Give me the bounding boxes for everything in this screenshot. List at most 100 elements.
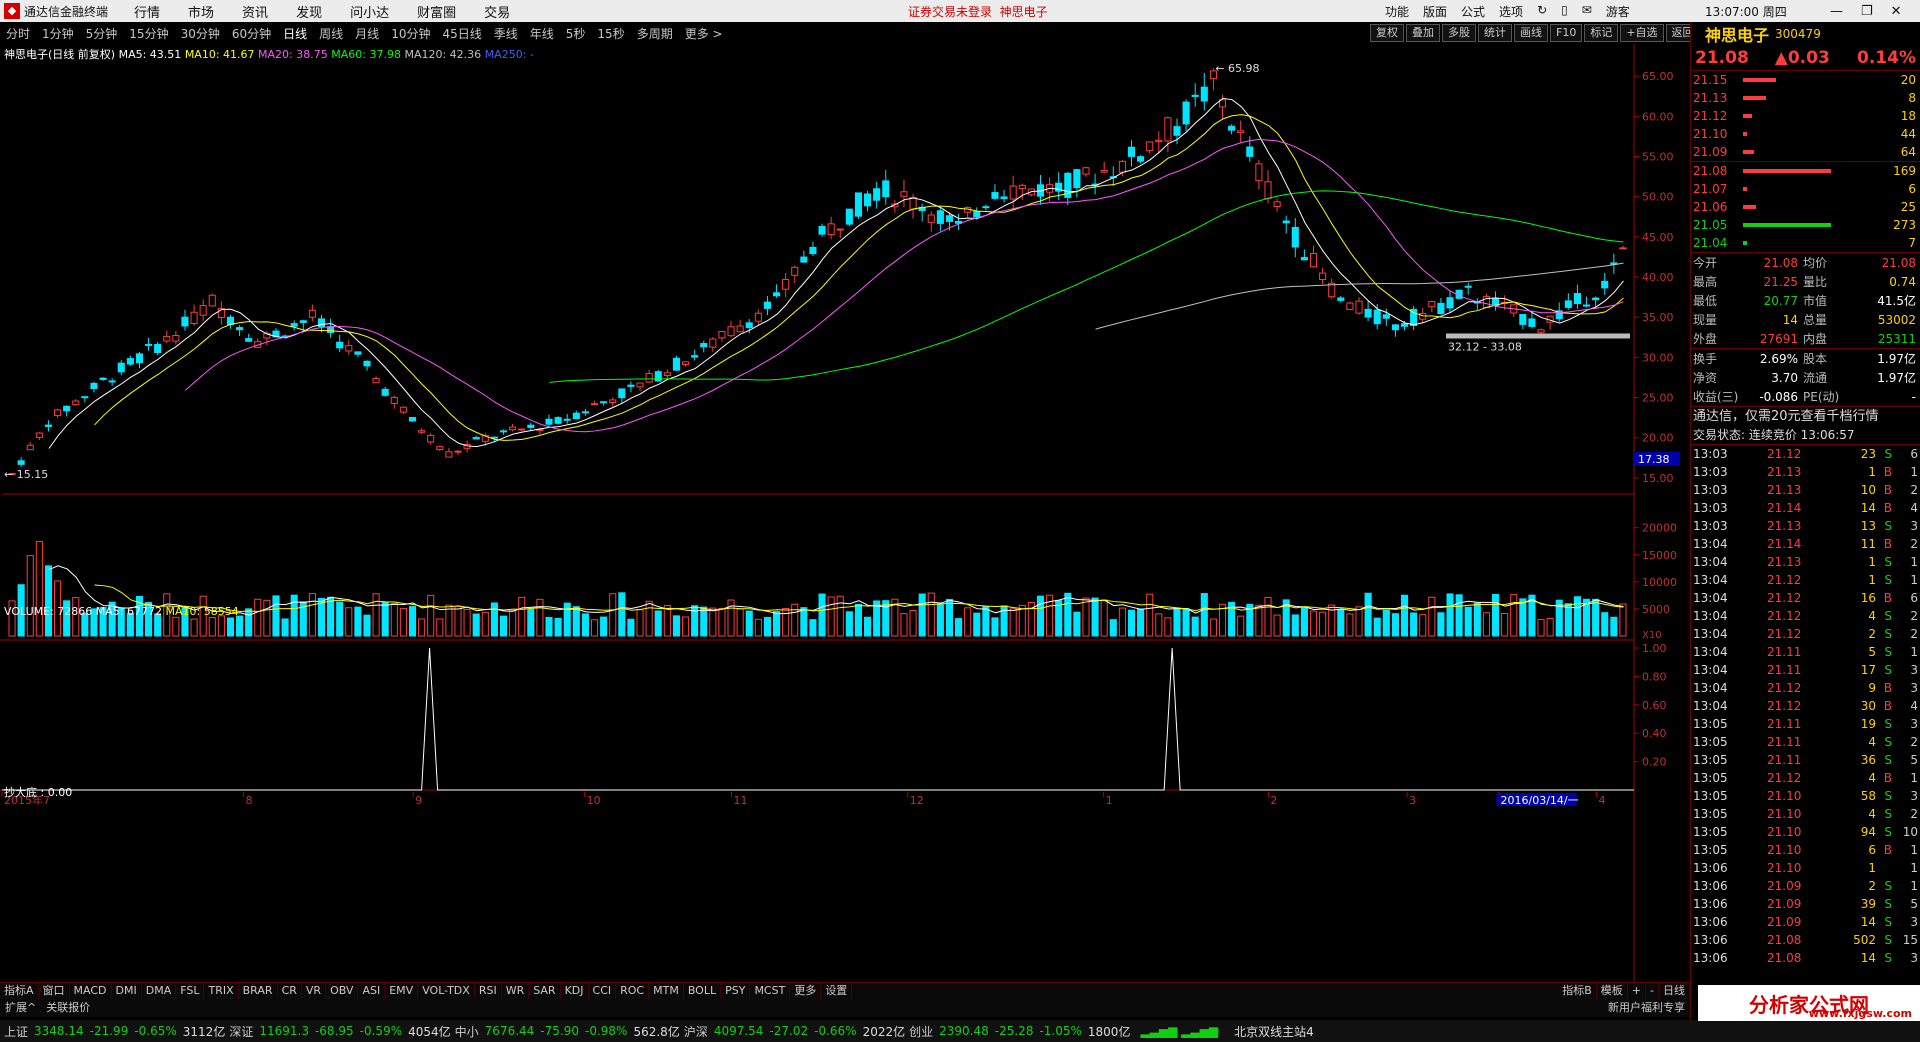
period-tab[interactable]: 15秒 xyxy=(591,25,630,42)
indicator-tab[interactable]: RSI xyxy=(475,983,502,999)
indicator-tab[interactable]: 更多 xyxy=(790,983,822,999)
candle-body xyxy=(745,322,753,329)
period-tab[interactable]: 周线 xyxy=(313,25,349,42)
trade-count: 10 xyxy=(1902,825,1918,839)
expand-tab[interactable]: 扩展^ xyxy=(0,999,41,1017)
indicator-tab[interactable]: DMA xyxy=(142,983,177,999)
indicator-tab[interactable]: 窗口 xyxy=(39,983,70,999)
indicator-tab-right[interactable]: 指标B xyxy=(1558,983,1597,999)
candle-body xyxy=(1228,125,1236,131)
indicator-tab[interactable]: BRAR xyxy=(239,983,278,999)
user-label[interactable]: 游客 xyxy=(1606,3,1630,20)
menu-function[interactable]: 功能 xyxy=(1385,3,1409,20)
period-tab[interactable]: 60分钟 xyxy=(226,25,277,42)
period-tab[interactable]: 分时 xyxy=(0,25,36,42)
new-user-tab[interactable]: 新用户福利专享 xyxy=(1603,999,1690,1017)
indicator-tab[interactable]: ASI xyxy=(358,983,386,999)
indicator-tab[interactable]: BOLL xyxy=(684,983,722,999)
indicator-tab[interactable]: FSL xyxy=(176,983,205,999)
tool-button[interactable]: 标记 xyxy=(1584,24,1619,42)
indicator-tab[interactable]: ROC xyxy=(616,983,650,999)
trade-price: 21.14 xyxy=(1767,537,1802,551)
menu-quotes[interactable]: 行情 xyxy=(134,2,160,21)
volume-bar xyxy=(236,615,244,637)
menu-formula[interactable]: 公式 xyxy=(1461,3,1485,20)
period-tab[interactable]: 更多 > xyxy=(679,25,729,42)
tool-button[interactable]: 复权 xyxy=(1370,24,1404,42)
index-name[interactable]: 沪深 xyxy=(684,1023,708,1040)
indicator-tab[interactable]: DMI xyxy=(112,983,142,999)
indicator-tab[interactable]: CR xyxy=(278,983,302,999)
volume-bar xyxy=(854,603,863,637)
indicator-tab[interactable]: EMV xyxy=(385,983,419,999)
menu-discover[interactable]: 发现 xyxy=(296,2,322,21)
index-name[interactable]: 深证 xyxy=(229,1023,253,1040)
tool-button[interactable]: 画线 xyxy=(1514,24,1548,42)
server-label[interactable]: 北京双线主站4 xyxy=(1234,1023,1314,1040)
indicator-tab-right[interactable]: + xyxy=(1628,983,1647,999)
period-tab[interactable]: 10分钟 xyxy=(385,25,436,42)
tool-button[interactable]: 统计 xyxy=(1478,24,1512,42)
indicator-tab-right[interactable]: - xyxy=(1646,983,1659,999)
indicator-tab[interactable]: CCI xyxy=(589,983,617,999)
indicator-tab[interactable]: MACD xyxy=(70,983,112,999)
period-tab[interactable]: 年线 xyxy=(524,25,560,42)
indicator-tab[interactable]: KDJ xyxy=(561,983,589,999)
period-tab[interactable]: 1分钟 xyxy=(36,25,80,42)
maximize-icon[interactable]: ❐ xyxy=(1861,4,1873,19)
menu-wealth[interactable]: 财富圈 xyxy=(417,2,456,21)
indicator-tab[interactable]: VOL-TDX xyxy=(418,983,475,999)
candle-body xyxy=(1282,220,1290,224)
indicator-tab[interactable]: SAR xyxy=(529,983,561,999)
promo-banner[interactable]: 通达信，仅需20元查看千档行情 xyxy=(1691,407,1920,426)
volume-bar xyxy=(336,601,344,637)
related-quote-tab[interactable]: 关联报价 xyxy=(41,999,95,1017)
indicator-tab[interactable]: VR xyxy=(302,983,327,999)
menu-news[interactable]: 资讯 xyxy=(242,2,268,21)
indicator-tab[interactable]: MTM xyxy=(649,983,684,999)
indicator-tab[interactable]: TRIX xyxy=(204,983,239,999)
indicator-tab[interactable]: MCST xyxy=(750,983,791,999)
indicator-tab[interactable]: WR xyxy=(502,983,530,999)
indicator-tab-right[interactable]: 模板 xyxy=(1597,983,1628,999)
index-name[interactable]: 上证 xyxy=(4,1023,28,1040)
menu-layout[interactable]: 版面 xyxy=(1423,3,1447,20)
kline-chart[interactable]: 65.00 60.00 55.00 50.00 45.00 40.00 35.00 30.00… xyxy=(0,44,1690,988)
refresh-icon[interactable]: ↻ xyxy=(1537,3,1547,20)
period-tab[interactable]: 5秒 xyxy=(560,25,592,42)
period-tab[interactable]: 月线 xyxy=(349,25,385,42)
volume-bar xyxy=(1200,593,1208,637)
period-tab[interactable]: 15分钟 xyxy=(123,25,174,42)
index-name[interactable]: 创业 xyxy=(909,1023,933,1040)
menu-trade[interactable]: 交易 xyxy=(484,2,510,21)
menu-options[interactable]: 选项 xyxy=(1499,3,1523,20)
volume-bar xyxy=(909,610,917,637)
stat-label: 最高 xyxy=(1693,275,1718,289)
order-book-row: 21.07 6 xyxy=(1691,180,1920,198)
period-tab[interactable]: 5分钟 xyxy=(80,25,124,42)
period-tab[interactable]: 季线 xyxy=(488,25,524,42)
menu-ask[interactable]: 问小达 xyxy=(350,2,389,21)
tool-button[interactable]: F10 xyxy=(1550,24,1583,42)
trade-ticks[interactable]: 13:03 21.12 23 S 6 13:03 21.13 1 B 1 13:03 21.13 10 B… xyxy=(1691,445,1920,967)
tool-button[interactable]: 叠加 xyxy=(1406,24,1440,42)
mail-icon[interactable]: ✉ xyxy=(1582,3,1592,20)
indicator-tab[interactable]: PSY xyxy=(721,983,751,999)
trade-count: 1 xyxy=(1910,843,1918,857)
tool-button[interactable]: 多股 xyxy=(1442,24,1476,42)
period-tab[interactable]: 日线 xyxy=(277,25,313,42)
phone-icon[interactable]: ▯ xyxy=(1561,3,1568,20)
menu-market[interactable]: 市场 xyxy=(188,2,214,21)
period-tab[interactable]: 多周期 xyxy=(631,25,679,42)
trade-count: 1 xyxy=(1910,861,1918,875)
index-name[interactable]: 中小 xyxy=(455,1023,479,1040)
minimize-icon[interactable]: — xyxy=(1830,4,1843,19)
tool-button[interactable]: +自选 xyxy=(1620,24,1664,42)
period-tab[interactable]: 45日线 xyxy=(436,25,487,42)
trade-price: 21.09 xyxy=(1767,915,1802,929)
period-tab[interactable]: 30分钟 xyxy=(175,25,226,42)
indicator-tab[interactable]: 设置 xyxy=(821,983,853,999)
indicator-tab[interactable]: OBV xyxy=(326,983,359,999)
indicator-tab[interactable]: 指标A xyxy=(0,983,39,999)
close-icon[interactable]: ✕ xyxy=(1891,4,1902,19)
